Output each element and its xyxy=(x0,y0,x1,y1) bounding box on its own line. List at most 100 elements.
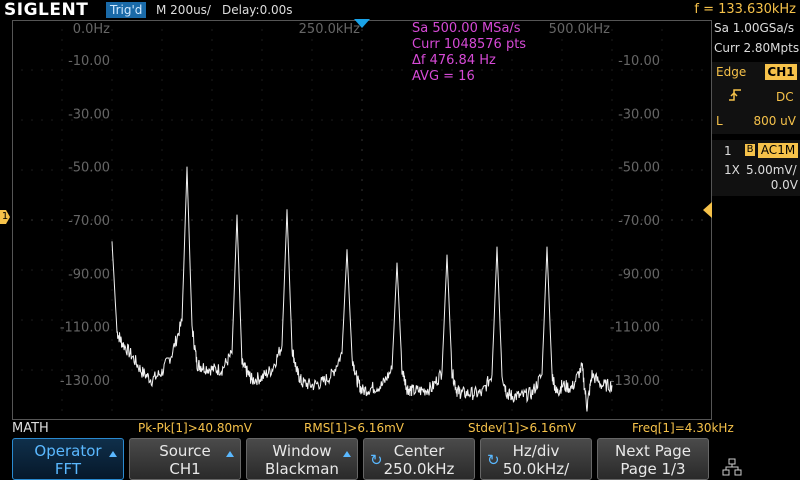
grid-dot xyxy=(561,359,563,361)
grid-dot xyxy=(511,189,513,191)
grid-dot xyxy=(371,369,373,371)
grid-dot xyxy=(211,69,213,71)
hz-div-button[interactable]: ↻ Hz/div 50.0kHz/ xyxy=(480,438,592,480)
grid-dot xyxy=(31,169,33,171)
center-button[interactable]: ↻ Center 250.0kHz xyxy=(363,438,475,480)
grid-dot xyxy=(261,79,263,81)
grid-dot xyxy=(661,329,663,331)
grid-dot xyxy=(161,209,163,211)
grid-dot xyxy=(511,409,513,411)
grid-dot xyxy=(211,49,213,51)
operator-value: FFT xyxy=(54,460,82,478)
grid-dot xyxy=(601,319,603,321)
grid-dot xyxy=(221,169,223,171)
grid-dot xyxy=(161,159,163,161)
trigger-level-marker-icon[interactable] xyxy=(703,202,712,218)
grid-dot xyxy=(511,229,513,231)
grid-dot xyxy=(311,109,313,111)
grid-dot xyxy=(541,269,543,271)
source-button[interactable]: Source CH1 xyxy=(129,438,241,480)
grid-dot xyxy=(561,109,563,111)
next-page-button[interactable]: Next Page Page 1/3 xyxy=(597,438,709,480)
grid-dot xyxy=(661,119,663,121)
grid-dot xyxy=(511,329,513,331)
grid-dot xyxy=(361,319,363,321)
grid-dot xyxy=(51,119,53,121)
grid-dot xyxy=(241,269,243,271)
grid-dot xyxy=(111,409,113,411)
grid-dot xyxy=(211,349,213,351)
grid-dot xyxy=(461,229,463,231)
grid-dot xyxy=(661,89,663,91)
y-tick-label-left: -30.00 xyxy=(68,107,110,122)
grid-dot xyxy=(531,319,533,321)
grid-dot xyxy=(591,219,593,221)
trigger-position-marker-icon[interactable] xyxy=(354,19,370,28)
grid-dot xyxy=(261,169,263,171)
fft-plot[interactable]: 0.0Hz 250.0kHz 500.0kHz -10.00 -10.00 -30.00… xyxy=(12,20,712,420)
grid-dot xyxy=(461,399,463,401)
grid-dot xyxy=(111,289,113,291)
grid-dot xyxy=(111,99,113,101)
grid-dot xyxy=(61,349,63,351)
grid-dot xyxy=(311,219,313,221)
probe-attenuation: 1X xyxy=(724,163,740,177)
grid-dot xyxy=(121,69,123,71)
grid-dot xyxy=(571,319,573,321)
grid-dot xyxy=(701,69,703,71)
grid-dot xyxy=(441,169,443,171)
grid-dot xyxy=(161,129,163,131)
grid-dot xyxy=(191,119,193,121)
grid-dot xyxy=(561,339,563,341)
grid-dot xyxy=(611,169,613,171)
grid-dot xyxy=(211,209,213,211)
grid-dot xyxy=(111,369,113,371)
grid-dot xyxy=(661,99,663,101)
grid-dot xyxy=(511,59,513,61)
grid-dot xyxy=(581,319,583,321)
grid-dot xyxy=(211,99,213,101)
grid-dot xyxy=(311,249,313,251)
grid-dot xyxy=(401,169,403,171)
grid-dot xyxy=(661,249,663,251)
grid-dot xyxy=(311,139,313,141)
grid-dot xyxy=(491,119,493,121)
grid-dot xyxy=(461,339,463,341)
grid-dot xyxy=(21,169,23,171)
operator-button[interactable]: Operator FFT xyxy=(12,438,124,480)
grid-dot xyxy=(211,409,213,411)
window-button[interactable]: Window Blackman xyxy=(246,438,358,480)
grid-dot xyxy=(461,409,463,411)
grid-dot xyxy=(531,219,533,221)
grid-dot xyxy=(561,129,563,131)
grid-dot xyxy=(261,99,263,101)
grid-dot xyxy=(311,339,313,341)
delay-readout[interactable]: Delay:0.00s xyxy=(222,1,293,19)
grid-dot xyxy=(311,169,313,171)
grid-dot xyxy=(561,99,563,101)
grid-dot xyxy=(141,269,143,271)
grid-dot xyxy=(511,149,513,151)
grid-dot xyxy=(411,129,413,131)
source-value: CH1 xyxy=(169,460,201,478)
center-value: 250.0kHz xyxy=(383,460,455,478)
grid-dot xyxy=(611,39,613,41)
channel-1-marker[interactable]: 1 xyxy=(0,210,10,224)
grid-dot xyxy=(121,219,123,221)
grid-dot xyxy=(571,219,573,221)
timebase-readout[interactable]: M 200us/ xyxy=(156,1,211,19)
grid-dot xyxy=(111,219,113,221)
grid-dot xyxy=(121,269,123,271)
grid-dot xyxy=(661,349,663,351)
grid-dot xyxy=(301,119,303,121)
grid-dot xyxy=(311,209,313,211)
grid-dot xyxy=(61,399,63,401)
grid-dot xyxy=(411,339,413,341)
grid-dot xyxy=(41,269,43,271)
grid-dot xyxy=(111,349,113,351)
grid-dot xyxy=(71,369,73,371)
grid-dot xyxy=(211,199,213,201)
grid-dot xyxy=(161,169,163,171)
menu-arrow-icon xyxy=(109,451,117,457)
grid-dot xyxy=(461,269,463,271)
